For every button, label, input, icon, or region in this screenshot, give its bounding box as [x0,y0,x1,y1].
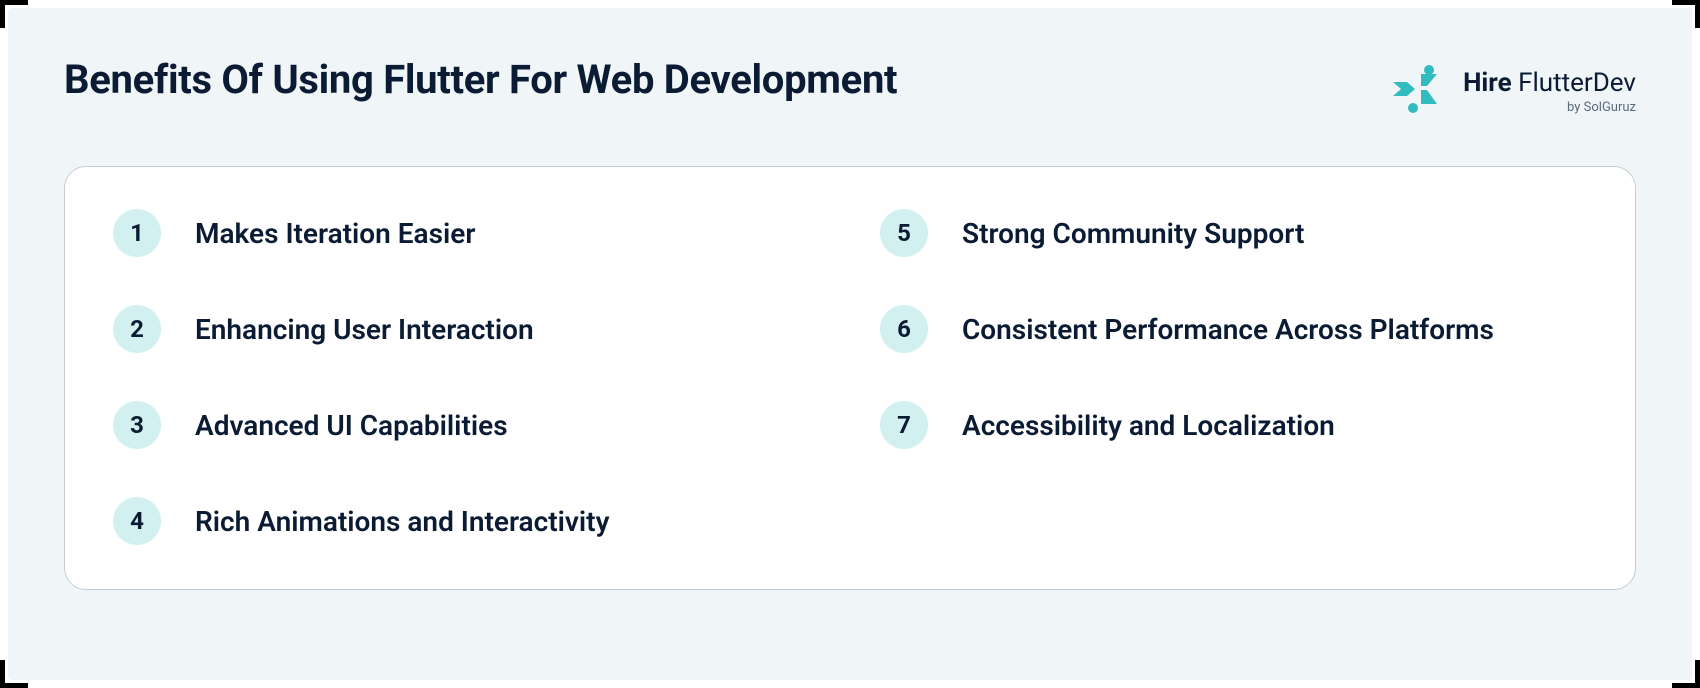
list-item: 2 Enhancing User Interaction [113,305,820,353]
bullet-number: 3 [113,401,161,449]
list-item: 7 Accessibility and Localization [880,401,1587,449]
benefit-label: Enhancing User Interaction [195,313,534,346]
list-item: 6 Consistent Performance Across Platform… [880,305,1587,353]
benefit-label: Consistent Performance Across Platforms [962,313,1494,346]
bullet-number: 7 [880,401,928,449]
brand-subline: by SolGuruz [1567,100,1636,115]
benefit-label: Advanced UI Capabilities [195,409,508,442]
benefits-card: 1 Makes Iteration Easier 5 Strong Commun… [64,166,1636,590]
brand-text: Hire FlutterDev by SolGuruz [1463,68,1636,115]
bullet-number: 2 [113,305,161,353]
bullet-number: 4 [113,497,161,545]
brand-block: Hire FlutterDev by SolGuruz [1391,56,1636,122]
list-item: 1 Makes Iteration Easier [113,209,820,257]
page-container: Benefits Of Using Flutter For Web Develo… [8,8,1692,680]
brand-logo-icon [1391,60,1449,122]
list-item-placeholder [880,497,1587,545]
bullet-number: 6 [880,305,928,353]
brand-word-hire: Hire [1463,68,1512,98]
list-item: 5 Strong Community Support [880,209,1587,257]
list-item: 4 Rich Animations and Interactivity [113,497,820,545]
bullet-number: 5 [880,209,928,257]
benefit-label: Makes Iteration Easier [195,217,475,250]
list-item: 3 Advanced UI Capabilities [113,401,820,449]
benefit-label: Accessibility and Localization [962,409,1335,442]
page-title: Benefits Of Using Flutter For Web Develo… [64,56,897,103]
bullet-number: 1 [113,209,161,257]
benefits-grid: 1 Makes Iteration Easier 5 Strong Commun… [113,209,1587,545]
header: Benefits Of Using Flutter For Web Develo… [64,56,1636,122]
brand-main-line: Hire FlutterDev [1463,68,1636,98]
benefit-label: Rich Animations and Interactivity [195,505,610,538]
benefit-label: Strong Community Support [962,217,1304,250]
brand-word-flutterdev: FlutterDev [1518,68,1636,98]
